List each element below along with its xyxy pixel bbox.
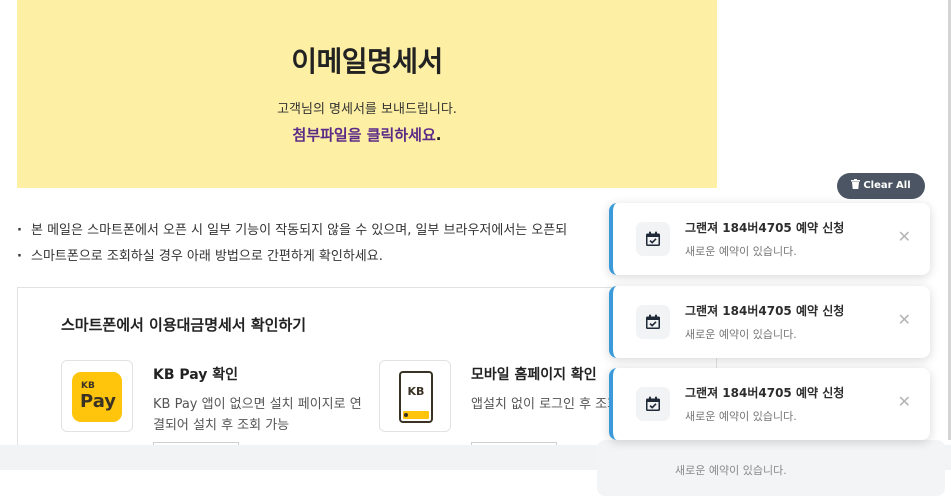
header-subtitle: 고객님의 명세서를 보내드립니다. — [277, 102, 457, 117]
close-icon[interactable]: ✕ — [898, 394, 911, 410]
page-title: 이메일명세서 — [291, 45, 443, 78]
kb-pay-icon[interactable]: KB Pay — [61, 360, 133, 432]
notification-toast[interactable]: 그랜져 184버4705 예약 신청 새로운 예약이 있습니다. ✕ — [609, 203, 930, 275]
attachment-link-label[interactable]: 첨부파일을 클릭하세요 — [293, 126, 436, 144]
notice-item: 본 메일은 스마트폰에서 오픈 시 일부 기능이 작동되지 않을 수 있으며, … — [17, 220, 613, 246]
calendar-check-icon — [636, 305, 670, 339]
attachment-link[interactable]: 첨부파일을 클릭하세요. — [17, 124, 717, 145]
mobile-phone-logo: KB — [399, 371, 433, 423]
statement-header: 이메일명세서 고객님의 명세서를 보내드립니다. 첨부파일을 클릭하세요. — [17, 0, 717, 188]
attachment-link-period: . — [435, 126, 442, 144]
hidden-notification-toast[interactable]: 새로운 예약이 있습니다. — [597, 440, 945, 496]
clear-all-button[interactable]: Clear All — [837, 173, 925, 199]
calendar-check-icon — [636, 222, 670, 256]
close-icon[interactable]: ✕ — [898, 229, 911, 245]
notification-message: 새로운 예약이 있습니다. — [685, 410, 797, 423]
notification-title: 그랜져 184버4705 예약 신청 — [685, 386, 845, 400]
notification-message: 새로운 예약이 있습니다. — [685, 328, 797, 341]
notification-title: 그랜져 184버4705 예약 신청 — [685, 304, 845, 318]
notice-list: 본 메일은 스마트폰에서 오픈 시 일부 기능이 작동되지 않을 수 있으며, … — [17, 220, 613, 272]
notice-item: 스마트폰으로 조회하실 경우 아래 방법으로 간편하게 확인하세요. — [17, 246, 613, 272]
trash-icon — [851, 179, 861, 189]
kb-pay-option-desc: KB Pay 앱이 없으면 설치 페이지로 연결되어 설치 후 조회 가능 — [153, 397, 362, 433]
calendar-check-icon — [636, 387, 670, 421]
page: 이메일명세서 고객님의 명세서를 보내드립니다. 첨부파일을 클릭하세요. 본 … — [0, 0, 951, 500]
smartphone-guide-title: 스마트폰에서 이용대금명세서 확인하기 — [61, 316, 307, 334]
notification-toast[interactable]: 그랜져 184버4705 예약 신청 새로운 예약이 있습니다. ✕ — [609, 286, 930, 358]
notification-message: 새로운 예약이 있습니다. — [685, 245, 797, 258]
mobile-web-option-title: 모바일 홈페이지 확인 — [471, 367, 597, 383]
clear-all-label: Clear All — [863, 180, 911, 191]
notification-title: 그랜져 184버4705 예약 신청 — [685, 221, 845, 235]
kb-pay-logo: KB Pay — [72, 372, 122, 422]
notification-toast[interactable]: 그랜져 184버4705 예약 신청 새로운 예약이 있습니다. ✕ — [609, 368, 930, 440]
mobile-kb-icon[interactable]: KB — [379, 360, 451, 432]
kb-pay-option-title: KB Pay 확인 — [153, 367, 239, 383]
close-icon[interactable]: ✕ — [898, 312, 911, 328]
